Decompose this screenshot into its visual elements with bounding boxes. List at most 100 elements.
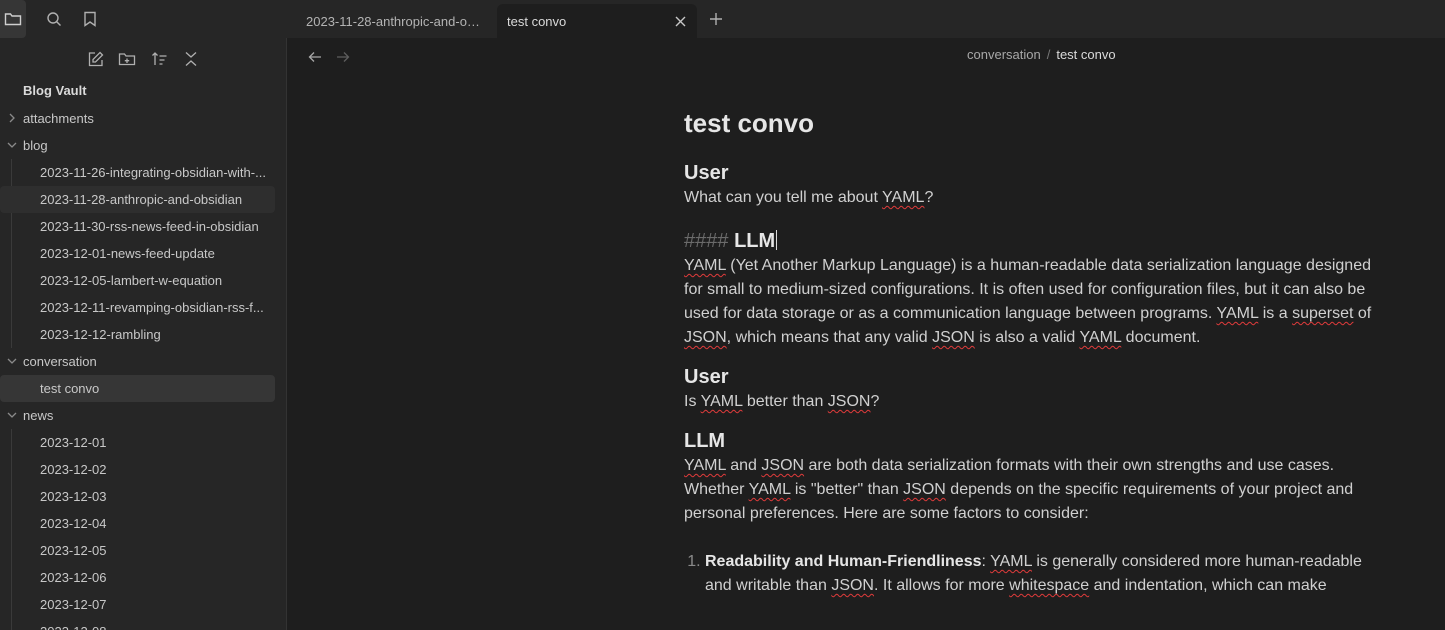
file-item-active[interactable]: test convo — [0, 375, 275, 402]
tab-test-convo[interactable]: test convo — [497, 4, 697, 38]
text-run: ? — [870, 393, 880, 410]
heading-text: LLM — [734, 230, 776, 252]
misspelled-word: YAML — [1216, 305, 1259, 322]
text-run: . It allows for more — [873, 577, 1010, 594]
file-label: 2023-12-05 — [40, 543, 107, 558]
file-label: 2023-12-06 — [40, 570, 107, 585]
file-label: 2023-12-11-revamping-obsidian-rss-f... — [40, 300, 264, 315]
sort-icon — [151, 52, 166, 65]
folder-icon — [4, 13, 22, 26]
file-item[interactable]: 2023-12-01 — [0, 429, 286, 456]
text-run: Is — [684, 393, 701, 410]
list-item-bold: Readability and Human-Friendliness — [705, 553, 982, 570]
misspelled-word: YAML — [990, 553, 1032, 570]
file-item[interactable]: 2023-12-06 — [0, 564, 286, 591]
folder-label: news — [23, 408, 54, 423]
heading-llm-editing: #### LLM — [684, 228, 1384, 254]
breadcrumb-folder[interactable]: conversation — [967, 47, 1041, 62]
folder-attachments[interactable]: attachments — [0, 105, 286, 132]
file-label: test convo — [40, 381, 100, 396]
text-run: and — [725, 457, 762, 474]
text-run: better than — [742, 393, 828, 410]
file-item[interactable]: 2023-12-03 — [0, 483, 286, 510]
misspelled-word: JSON — [831, 577, 874, 594]
file-label: 2023-11-26-integrating-obsidian-with-... — [40, 165, 266, 180]
misspelled-word: superset — [1292, 305, 1354, 322]
search-button[interactable] — [36, 0, 72, 38]
chevron-down-icon — [7, 358, 17, 364]
folder-label: conversation — [23, 354, 97, 369]
misspelled-word: whitespace — [1009, 577, 1090, 594]
editor-content[interactable]: test convo User What can you tell me abo… — [684, 100, 1384, 598]
bookmark-icon — [84, 11, 96, 27]
file-label: 2023-11-30-rss-news-feed-in-obsidian — [40, 219, 259, 234]
file-explorer: Blog Vault attachments blog 2023-11-26-i… — [0, 38, 287, 630]
new-folder-button[interactable] — [115, 47, 139, 71]
misspelled-word: YAML — [684, 257, 726, 274]
file-tree: attachments blog 2023-11-26-integrating-… — [0, 105, 286, 630]
heading-user: User — [684, 162, 729, 184]
tab-label: test convo — [507, 13, 567, 29]
tab-bar: 2023-11-28-anthropic-and-obsidian test c… — [0, 0, 1445, 38]
heading-llm: LLM — [684, 430, 726, 452]
history-navigation — [305, 48, 353, 66]
file-item[interactable]: 2023-12-05-lambert-w-equation — [0, 267, 286, 294]
paragraph: YAML (Yet Another Markup Language) is a … — [684, 254, 1384, 350]
tab-anthropic-and-obsidian[interactable]: 2023-11-28-anthropic-and-obsidian — [296, 4, 496, 38]
back-button[interactable] — [305, 48, 325, 66]
file-item[interactable]: 2023-11-28-anthropic-and-obsidian — [0, 186, 275, 213]
sort-button[interactable] — [147, 47, 171, 71]
file-item[interactable]: 2023-12-11-revamping-obsidian-rss-f... — [0, 294, 286, 321]
text-run: is "better" than — [790, 481, 904, 498]
text-cursor — [776, 230, 778, 250]
file-label: 2023-12-01-news-feed-update — [40, 246, 215, 261]
files-button[interactable] — [0, 0, 26, 38]
text-run: is a — [1258, 305, 1293, 322]
list-item: Readability and Human-Friendliness: YAML… — [705, 550, 1384, 598]
file-item[interactable]: 2023-12-12-rambling — [0, 321, 286, 348]
heading-markup: #### — [684, 230, 729, 252]
folder-news[interactable]: news — [0, 402, 286, 429]
file-label: 2023-12-04 — [40, 516, 107, 531]
breadcrumb-separator: / — [1046, 47, 1051, 62]
misspelled-word: YAML — [684, 457, 726, 474]
file-item[interactable]: 2023-12-02 — [0, 456, 286, 483]
misspelled-word: JSON — [684, 329, 727, 346]
file-item[interactable]: 2023-12-07 — [0, 591, 286, 618]
file-item[interactable]: 2023-12-01-news-feed-update — [0, 240, 286, 267]
misspelled-word: JSON — [761, 457, 805, 474]
collapse-all-button[interactable] — [179, 47, 203, 71]
file-label: 2023-12-08 — [40, 624, 266, 630]
new-note-button[interactable] — [83, 47, 107, 71]
file-item[interactable]: 2023-12-08 — [0, 618, 286, 630]
search-icon — [47, 12, 61, 26]
text-run: : — [981, 553, 991, 570]
file-item[interactable]: 2023-12-04 — [0, 510, 286, 537]
folder-label: blog — [23, 138, 48, 153]
file-explorer-actions — [0, 38, 286, 80]
text-run: of — [1353, 305, 1372, 322]
breadcrumb-current[interactable]: test convo — [1056, 47, 1115, 62]
new-tab-button[interactable] — [704, 6, 728, 32]
chevron-right-icon — [9, 113, 15, 123]
ribbon-top — [0, 0, 108, 38]
tab-close-button[interactable] — [673, 14, 687, 28]
forward-button[interactable] — [333, 48, 353, 66]
file-label: 2023-12-03 — [40, 489, 107, 504]
note-title[interactable]: test convo — [684, 108, 1384, 160]
plus-icon — [710, 13, 722, 25]
file-label: 2023-12-01 — [40, 435, 107, 450]
folder-blog[interactable]: blog — [0, 132, 286, 159]
edit-icon — [88, 51, 103, 66]
breadcrumb: conversation / test convo — [967, 47, 1116, 62]
text-run: , which means that any valid — [726, 329, 933, 346]
file-item[interactable]: 2023-11-26-integrating-obsidian-with-... — [0, 159, 286, 186]
heading-user: User — [684, 366, 729, 388]
bookmarks-button[interactable] — [72, 0, 108, 38]
folder-conversation[interactable]: conversation — [0, 348, 286, 375]
file-item[interactable]: 2023-11-30-rss-news-feed-in-obsidian — [0, 213, 286, 240]
folder-plus-icon — [118, 53, 136, 66]
file-item[interactable]: 2023-12-05 — [0, 537, 286, 564]
misspelled-word: JSON — [903, 481, 946, 498]
misspelled-word: JSON — [827, 393, 871, 410]
